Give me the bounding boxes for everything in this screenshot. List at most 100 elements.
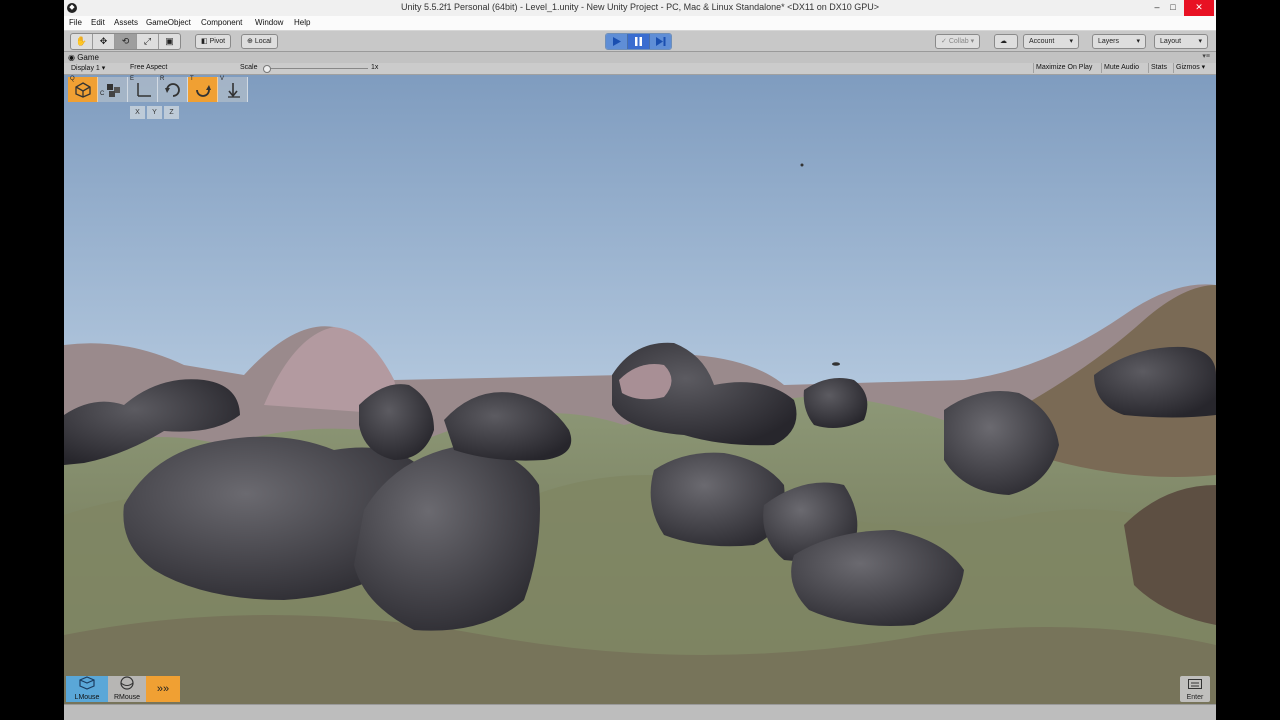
snap-down-icon bbox=[227, 82, 240, 98]
cube-icon bbox=[79, 676, 95, 690]
terrain-rotate-icon bbox=[195, 84, 211, 97]
key-hint: C bbox=[100, 91, 105, 97]
key-hint: V bbox=[220, 76, 225, 82]
menu-window[interactable]: Window bbox=[255, 18, 283, 27]
step-icon bbox=[655, 37, 665, 46]
scale-slider[interactable] bbox=[268, 68, 368, 69]
axis-move-icon bbox=[136, 82, 151, 97]
account-label: Account bbox=[1029, 38, 1055, 45]
rmouse-button[interactable]: RMouse bbox=[108, 676, 146, 702]
check-icon: ✓ bbox=[941, 38, 949, 45]
scene-tool-overlay: Q C E R T V bbox=[68, 76, 248, 102]
sphere-icon bbox=[120, 676, 134, 690]
game-viewport[interactable] bbox=[64, 75, 1216, 704]
main-toolbar: ✋ ✥ ⟲ ⤢ ▣ ◧ Pivot ⊕ Local ✓ Collab ▾ ☁ A… bbox=[64, 31, 1216, 52]
chevron-down-icon: ▾ bbox=[1069, 38, 1073, 45]
transform-tools: ✋ ✥ ⟲ ⤢ ▣ bbox=[70, 33, 181, 50]
cloud-icon: ☁ bbox=[1000, 38, 1007, 45]
collab-dropdown[interactable]: ✓ Collab ▾ bbox=[935, 34, 981, 49]
menu-help[interactable]: Help bbox=[294, 18, 310, 27]
title-bar: ◆ Unity 5.5.2f1 Personal (64bit) - Level… bbox=[64, 0, 1216, 16]
layout-label: Layout bbox=[1160, 38, 1182, 45]
menu-component[interactable]: Component bbox=[201, 18, 242, 27]
collab-label: Collab ▾ bbox=[948, 38, 975, 45]
fast-forward-icon: »» bbox=[156, 683, 170, 695]
rect-tool-icon[interactable]: ▣ bbox=[159, 34, 180, 49]
keyboard-icon bbox=[1188, 679, 1202, 689]
layers-dropdown[interactable]: Layers ▾ bbox=[1092, 34, 1146, 49]
layout-dropdown[interactable]: Layout ▾ bbox=[1154, 34, 1208, 49]
rock-small-mid bbox=[803, 377, 868, 429]
cube-icon bbox=[74, 81, 91, 98]
scale-tool-icon[interactable]: ⤢ bbox=[137, 34, 159, 49]
enter-button[interactable]: Enter bbox=[1180, 676, 1210, 702]
play-button[interactable] bbox=[606, 34, 628, 49]
aspect-label: Free Aspect bbox=[130, 64, 168, 71]
terrain-scene bbox=[64, 75, 1216, 704]
key-hint: E bbox=[130, 76, 135, 82]
menu-file[interactable]: File bbox=[69, 18, 82, 27]
menu-assets[interactable]: Assets bbox=[114, 18, 138, 27]
create-tool-button[interactable]: C bbox=[98, 77, 128, 102]
aspect-dropdown[interactable]: Free Aspect bbox=[130, 64, 167, 71]
mute-audio-toggle[interactable]: Mute Audio bbox=[1101, 63, 1141, 73]
window-title: Unity 5.5.2f1 Personal (64bit) - Level_1… bbox=[400, 2, 880, 12]
axis-x-button[interactable]: X bbox=[130, 106, 145, 119]
close-button[interactable]: ✕ bbox=[1184, 0, 1214, 16]
step-button[interactable] bbox=[650, 34, 671, 49]
play-icon bbox=[613, 37, 621, 46]
hand-tool-icon[interactable]: ✋ bbox=[71, 34, 93, 49]
tab-game-label: Game bbox=[77, 53, 99, 62]
menu-edit[interactable]: Edit bbox=[91, 18, 105, 27]
lmouse-button[interactable]: LMouse bbox=[66, 676, 108, 702]
distant-object bbox=[832, 362, 840, 366]
move-tool-icon[interactable]: ✥ bbox=[93, 34, 115, 49]
pivot-toggle[interactable]: ◧ Pivot bbox=[195, 34, 232, 49]
local-toggle[interactable]: ⊕ Local bbox=[241, 34, 278, 49]
display-dropdown[interactable]: Display 1 ▾ bbox=[71, 64, 105, 72]
pause-icon bbox=[635, 37, 642, 46]
terrain-tool-button[interactable]: T bbox=[188, 76, 218, 102]
mouse-mode-buttons: LMouse RMouse »» bbox=[66, 676, 180, 702]
game-tab-bar: ◉ Game ▾≡ bbox=[64, 52, 1216, 63]
layers-label: Layers bbox=[1098, 38, 1120, 45]
lmouse-label: LMouse bbox=[74, 694, 100, 701]
chevron-down-icon: ▾ bbox=[1198, 38, 1202, 45]
menu-gameobject[interactable]: GameObject bbox=[146, 18, 191, 27]
local-label: Local bbox=[254, 38, 272, 45]
playback-controls bbox=[605, 33, 672, 50]
menu-bar: File Edit Assets GameObject Component Wi… bbox=[64, 16, 1216, 31]
scale-slider-handle[interactable] bbox=[263, 65, 271, 73]
stats-toggle[interactable]: Stats bbox=[1148, 63, 1169, 73]
tab-game[interactable]: ◉ Game bbox=[68, 53, 99, 62]
pivot-icon: ◧ bbox=[201, 38, 210, 45]
maximize-on-play-toggle[interactable]: Maximize On Play bbox=[1033, 63, 1094, 73]
pivot-label: Pivot bbox=[209, 38, 226, 45]
cube-tool-button[interactable]: Q bbox=[68, 76, 98, 102]
snap-tool-button[interactable]: V bbox=[218, 76, 248, 102]
pause-button[interactable] bbox=[628, 34, 650, 49]
cloud-button[interactable]: ☁ bbox=[994, 34, 1018, 49]
key-hint: Q bbox=[70, 76, 75, 82]
game-icon: ◉ bbox=[68, 53, 78, 62]
rmouse-label: RMouse bbox=[113, 694, 141, 701]
rotate-gizmo-button[interactable]: R bbox=[158, 76, 188, 102]
move-gizmo-button[interactable]: E bbox=[128, 76, 158, 102]
scale-value: 1x bbox=[371, 64, 379, 71]
gizmos-dropdown[interactable]: Gizmos ▾ bbox=[1173, 63, 1207, 73]
account-dropdown[interactable]: Account ▾ bbox=[1023, 34, 1079, 49]
chevron-down-icon: ▾ bbox=[1136, 38, 1140, 45]
fast-forward-button[interactable]: »» bbox=[146, 676, 180, 702]
display-label: Display 1 bbox=[71, 65, 100, 72]
key-hint: T bbox=[190, 76, 194, 82]
status-bar bbox=[64, 704, 1216, 720]
scale-label: Scale bbox=[240, 64, 258, 71]
gizmos-label: Gizmos bbox=[1176, 64, 1200, 71]
tab-menu-icon[interactable]: ▾≡ bbox=[1202, 52, 1210, 60]
maximize-button[interactable]: □ bbox=[1162, 0, 1184, 16]
axis-y-button[interactable]: Y bbox=[147, 106, 162, 119]
game-view-toolbar: Display 1 ▾ Free Aspect Scale 1x Maximiz… bbox=[64, 63, 1216, 75]
rotate-tool-icon[interactable]: ⟲ bbox=[115, 34, 137, 49]
axis-z-button[interactable]: Z bbox=[164, 106, 179, 119]
enter-label: Enter bbox=[1186, 694, 1204, 701]
